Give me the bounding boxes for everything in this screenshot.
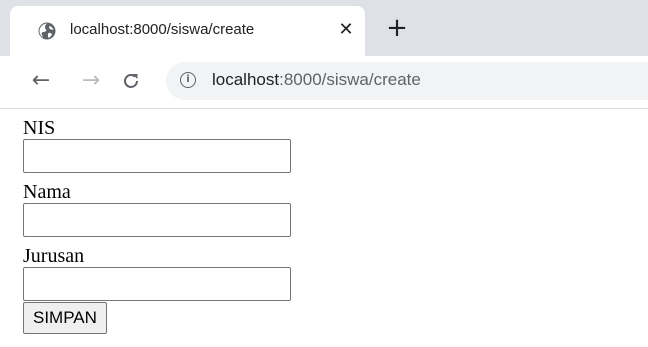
jurusan-input[interactable] <box>23 267 291 301</box>
nis-label: NIS <box>23 117 56 139</box>
siswa-create-form: NIS Nama Jurusan SIMPAN <box>23 117 291 334</box>
reload-icon[interactable] <box>118 68 144 94</box>
browser-toolbar: ← → i localhost:8000/siswa/create <box>0 56 648 109</box>
url-path: :8000/siswa/create <box>279 70 421 89</box>
browser-window: localhost:8000/siswa/create ✕ + ← → i lo… <box>0 0 648 347</box>
close-tab-icon[interactable]: ✕ <box>336 20 356 40</box>
simpan-button[interactable]: SIMPAN <box>23 302 107 334</box>
url-text[interactable]: localhost:8000/siswa/create <box>212 70 421 90</box>
nama-input[interactable] <box>23 203 291 237</box>
info-icon[interactable]: i <box>180 72 196 88</box>
nis-input[interactable] <box>23 139 291 173</box>
address-bar[interactable]: i localhost:8000/siswa/create <box>166 62 648 100</box>
tab-title: localhost:8000/siswa/create <box>70 21 255 38</box>
new-tab-icon[interactable]: + <box>385 15 409 41</box>
url-host: localhost <box>212 70 280 89</box>
page-content: NIS Nama Jurusan SIMPAN <box>0 109 648 347</box>
jurusan-label: Jurusan <box>23 245 85 267</box>
tab-strip: localhost:8000/siswa/create ✕ + <box>0 0 648 56</box>
back-arrow-icon[interactable]: ← <box>28 68 54 94</box>
tab-active[interactable]: localhost:8000/siswa/create ✕ <box>10 6 365 56</box>
forward-arrow-icon[interactable]: → <box>78 68 104 94</box>
globe-icon <box>38 22 56 40</box>
nama-label: Nama <box>23 181 71 203</box>
